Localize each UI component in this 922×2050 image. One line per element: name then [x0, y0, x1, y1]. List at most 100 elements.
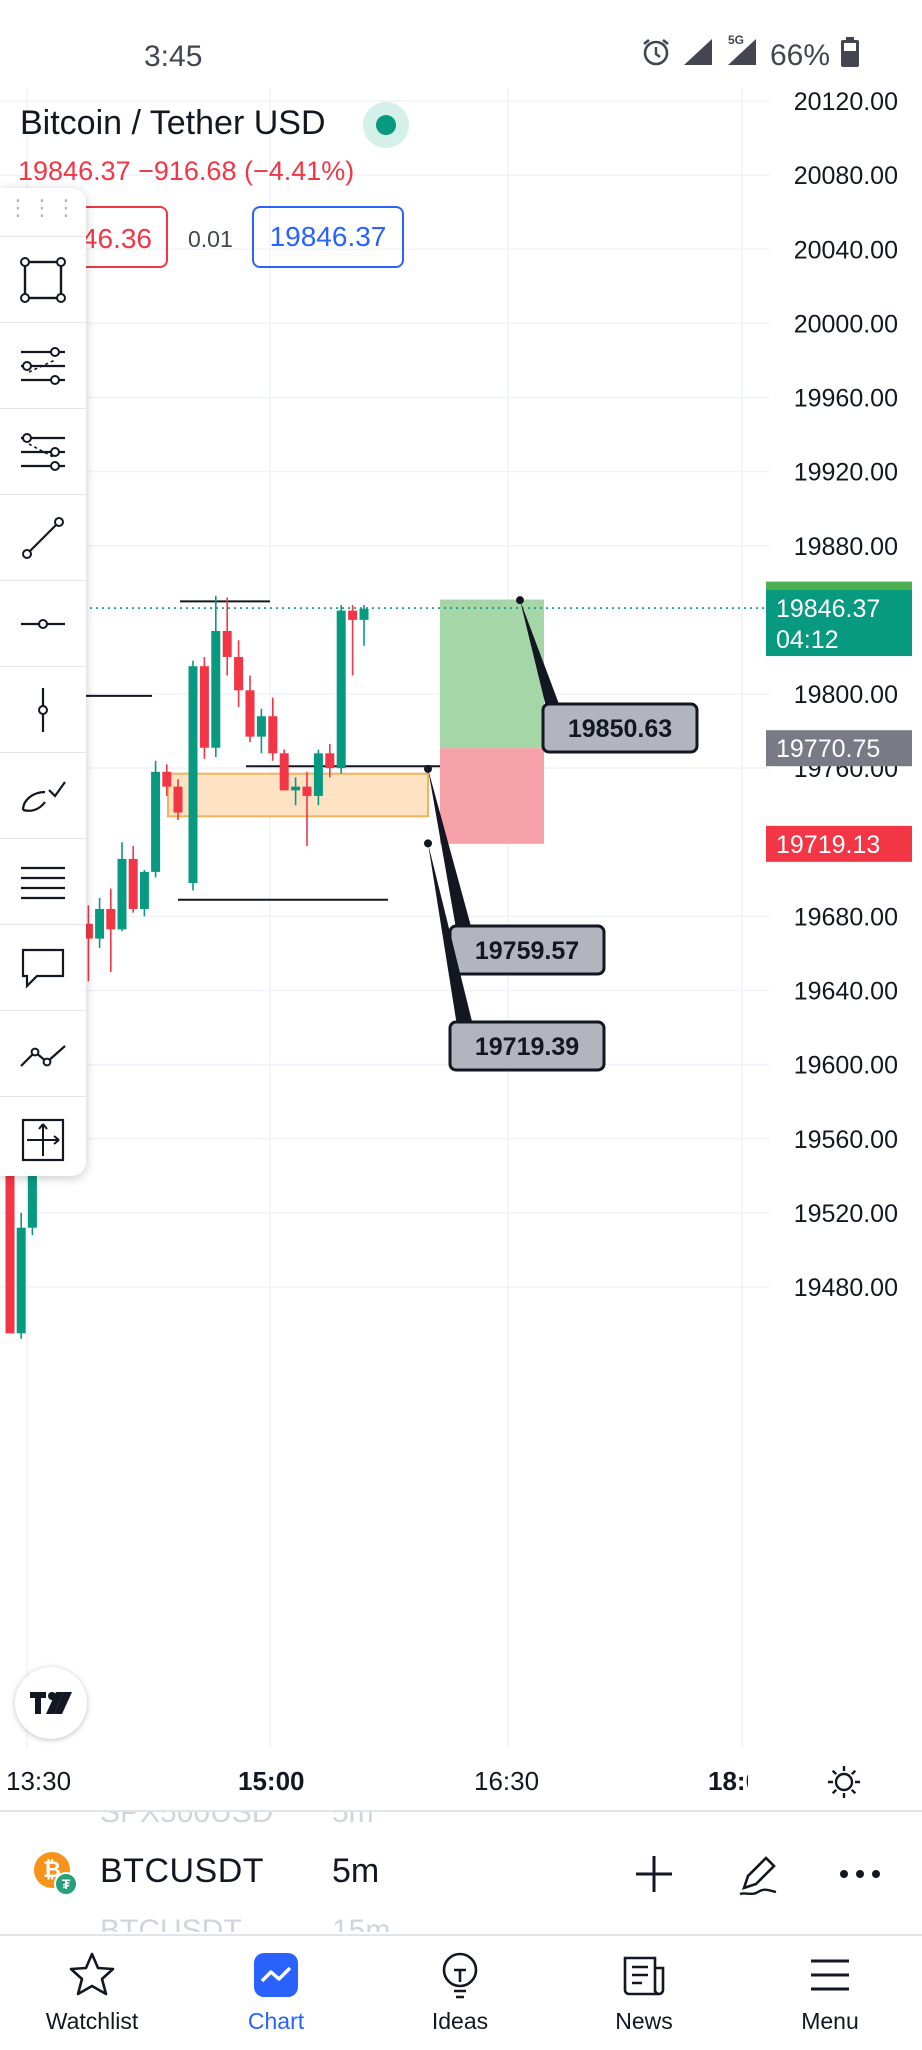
candle-body [117, 858, 127, 930]
vertical-line-tool[interactable] [0, 666, 86, 753]
price-axis-label: 19800.00 [794, 681, 898, 709]
drawing-tools-button[interactable] [728, 1846, 788, 1902]
candle-body [188, 666, 198, 884]
star-icon [69, 1952, 115, 1996]
candle-body [139, 871, 149, 909]
nav-chart[interactable]: Chart [211, 1946, 341, 2035]
toolbar-drag-handle[interactable]: ⋮⋮⋮ [0, 188, 86, 232]
add-button[interactable] [624, 1846, 684, 1902]
horizontal-ray-tool[interactable] [0, 580, 86, 667]
bottom-navigation: Watchlist Chart Ideas News Menu [0, 1934, 922, 2050]
market-open-indicator [363, 102, 409, 148]
callout-anchor [424, 839, 432, 848]
loss-zone [440, 748, 544, 844]
price-axis-label: 19560.00 [794, 1126, 898, 1154]
status-time: 3:45 [144, 40, 203, 73]
nav-news[interactable]: News [579, 1946, 709, 2035]
candle-body [234, 656, 244, 691]
horizontal-ray-tool-icon [21, 619, 65, 629]
interval-selector[interactable]: 5m [332, 1852, 379, 1891]
candle-body [95, 908, 105, 939]
tradingview-logo-icon [30, 1692, 72, 1714]
nav-menu[interactable]: Menu [765, 1946, 895, 2035]
candle-body [313, 753, 323, 796]
projection-tool-icon [21, 1118, 65, 1162]
path-tool-icon [20, 1045, 66, 1067]
candle-body [256, 716, 266, 737]
price-axis-label: 19680.00 [794, 903, 898, 931]
chart-canvas[interactable]: 20120.00 20080.00 20040.00 20000.00 19960.00… [0, 88, 922, 1808]
battery-icon [840, 36, 860, 76]
symbol-title[interactable]: Bitcoin / Tether USD [20, 104, 326, 143]
drawing-toolbar: ⋮⋮⋮ [0, 188, 86, 1176]
candle-body [348, 610, 358, 620]
candle-body [245, 690, 255, 737]
settings-sun-icon [828, 1766, 860, 1798]
hamburger-icon [811, 1959, 849, 1991]
parallel-lines-tool[interactable] [0, 838, 86, 925]
candle-body [106, 908, 116, 930]
profit-zone [440, 599, 544, 749]
plus-icon [636, 1856, 672, 1892]
symbol-selector[interactable]: BTCUSDT [100, 1852, 264, 1891]
callout-label: 19719.39 [475, 1033, 579, 1061]
nav-ideas[interactable]: Ideas [395, 1946, 525, 2035]
chart-icon [254, 1953, 298, 1997]
time-label: 13:30 [6, 1766, 72, 1796]
brush-tool[interactable] [0, 752, 86, 839]
nav-label: Chart [247, 2008, 305, 2034]
signal-icon [682, 37, 716, 75]
buy-button[interactable]: 19846.37 [252, 206, 404, 268]
path-tool[interactable] [0, 1010, 86, 1097]
callout-anchor [424, 764, 432, 773]
more-button[interactable] [830, 1846, 890, 1902]
price-axis-label: 19880.00 [794, 533, 898, 561]
candle-body [173, 786, 183, 813]
price-axis-label: 19640.00 [794, 978, 898, 1006]
chart-settings-button[interactable] [826, 1764, 862, 1805]
vertical-line-tool-icon [38, 688, 48, 732]
price-tag-countdown: 04:12 [776, 626, 839, 654]
rectangle-tool-icon [20, 257, 66, 303]
callout-tool-icon [21, 948, 65, 989]
short-position-tool-icon [21, 433, 65, 471]
status-icons: 5G 66% [640, 33, 860, 76]
rectangle-tool[interactable] [0, 236, 86, 323]
trend-line-tool[interactable] [0, 494, 86, 581]
price-axis-label: 20120.00 [794, 88, 898, 116]
candle-body [302, 786, 312, 796]
price-axis-label: 20080.00 [794, 162, 898, 190]
symbol-ghost-above: SPX500USD [100, 1812, 274, 1829]
spread-value: 0.01 [188, 226, 233, 252]
bitcoin-coin-icon: ₿ [34, 1852, 78, 1896]
candle-body [199, 666, 209, 748]
time-label: 18:0( [708, 1766, 748, 1796]
alarm-icon [640, 36, 672, 76]
candle-body [151, 771, 161, 872]
demand-zone [167, 772, 429, 818]
candle-body [222, 630, 232, 657]
candle-body [325, 753, 335, 769]
price-axis-label: 19520.00 [794, 1200, 898, 1228]
tradingview-logo[interactable] [15, 1667, 87, 1739]
parallel-lines-tool-icon [21, 866, 65, 900]
callout-tool[interactable] [0, 924, 86, 1011]
time-label: 16:30 [474, 1766, 540, 1796]
candle-body [268, 716, 278, 754]
callout-anchor [516, 596, 524, 605]
symbol-ghost-below: BTCUSDT [100, 1914, 242, 1932]
price-change: 19846.37 −916.68 (−4.41%) [18, 156, 355, 186]
price-tag-label: 19770.75 [776, 735, 880, 763]
nav-watchlist[interactable]: Watchlist [27, 1946, 157, 2035]
battery-level: 66% [769, 39, 830, 72]
candle-body [291, 786, 301, 791]
long-position-tool-icon [21, 347, 65, 385]
projection-tool[interactable] [0, 1096, 86, 1183]
price-axis-label: 19600.00 [794, 1052, 898, 1080]
candle-body [279, 753, 289, 791]
short-position-tool[interactable] [0, 408, 86, 495]
chart-pane[interactable]: 20120.00 20080.00 20040.00 20000.00 19960.00… [0, 88, 922, 1808]
newspaper-icon [623, 1956, 665, 1996]
long-position-tool[interactable] [0, 322, 86, 409]
nav-label: Watchlist [45, 2008, 139, 2034]
